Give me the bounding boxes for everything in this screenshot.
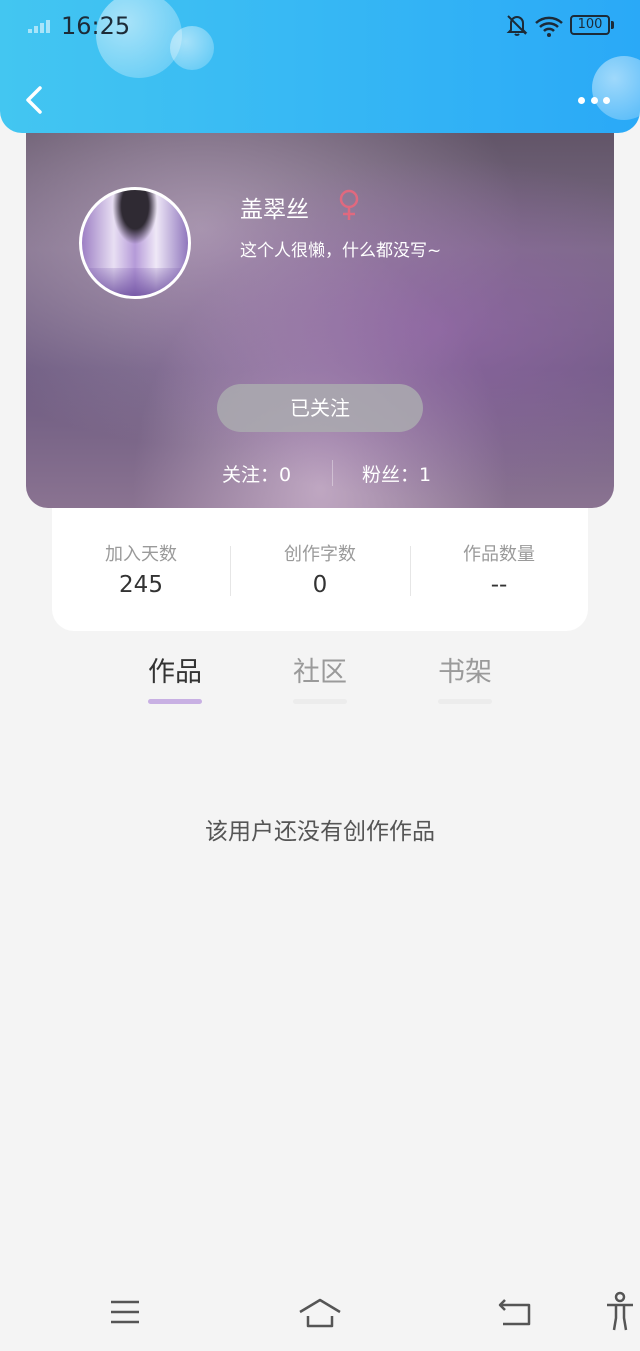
user-bio: 这个人很懒，什么都没写~: [240, 241, 442, 261]
followed-button[interactable]: 已关注: [217, 384, 423, 432]
following-count[interactable]: 关注：0: [222, 460, 291, 487]
status-time: 16:25: [61, 12, 131, 40]
header-bar: 16:25 100: [0, 0, 640, 133]
follow-stats: 关注：0 粉丝：1: [26, 460, 614, 486]
divider: [332, 460, 333, 486]
female-icon: [339, 189, 359, 220]
wifi-icon: [535, 16, 563, 37]
system-nav-bar: [0, 1280, 640, 1351]
stat-word-count: 创作字数 0: [231, 540, 409, 598]
stat-value: 0: [312, 572, 328, 598]
username: 盖翠丝: [240, 197, 309, 223]
profile-card: 盖翠丝 这个人很懒，什么都没写~ 已关注 关注：0 粉丝：1: [26, 110, 614, 508]
stat-label: 加入天数: [105, 544, 177, 565]
bell-muted-icon: [506, 15, 528, 36]
tab-works[interactable]: 作品: [130, 650, 220, 704]
tab-bookshelf[interactable]: 书架: [420, 650, 510, 704]
status-bar: 16:25 100: [0, 0, 640, 50]
battery-icon: 100: [570, 15, 610, 35]
more-options-button[interactable]: [572, 86, 616, 114]
tab-indicator: [438, 699, 492, 704]
home-icon[interactable]: [296, 1292, 344, 1328]
tab-community[interactable]: 社区: [275, 650, 365, 704]
back-button[interactable]: [20, 80, 50, 120]
stat-value: 245: [119, 572, 163, 598]
stat-label: 创作字数: [284, 544, 356, 565]
stats-card: 加入天数 245 创作字数 0 作品数量 --: [52, 488, 588, 631]
avatar[interactable]: [79, 187, 191, 299]
signal-icon: [28, 20, 50, 33]
stat-work-count: 作品数量 --: [410, 540, 588, 598]
stat-join-days: 加入天数 245: [52, 540, 230, 598]
menu-icon[interactable]: [105, 1292, 145, 1328]
stat-value: --: [490, 572, 508, 598]
profile-tabs: 作品 社区 书架: [0, 650, 640, 710]
tab-indicator: [148, 699, 202, 704]
empty-state-message: 该用户还没有创作作品: [205, 819, 435, 845]
tab-indicator: [293, 699, 347, 704]
fans-count[interactable]: 粉丝：1: [362, 460, 431, 487]
stat-label: 作品数量: [463, 544, 535, 565]
back-icon[interactable]: [495, 1292, 535, 1328]
accessibility-icon[interactable]: [602, 1290, 638, 1332]
